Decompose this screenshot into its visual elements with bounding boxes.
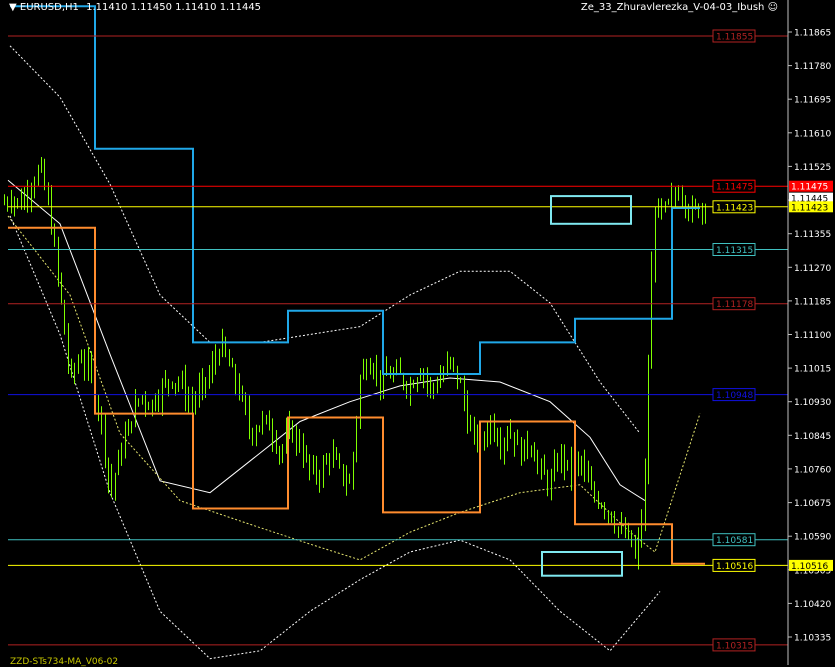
axis-tick-label: 1.10845 — [794, 432, 831, 442]
footer-label: ZZD-STs734-MA_V06-02 — [10, 657, 119, 667]
axis-tick-label: 1.11015 — [794, 365, 831, 375]
price-tag-text: 1.11475 — [791, 183, 828, 193]
axis-tick-label: 1.10335 — [794, 634, 831, 644]
collapse-triangle-icon[interactable]: ▼ — [9, 2, 17, 13]
chart-header: ▼ EURUSD,H1 1.11410 1.11450 1.11410 1.11… — [9, 2, 261, 13]
axis-tick-label: 1.10420 — [794, 600, 831, 610]
axis-tick-label: 1.10930 — [794, 398, 831, 408]
level-tag-text: 1.11855 — [716, 33, 753, 43]
indicator-header: Ze_33_Zhuravlerezka_V-04-03_Ibush ☺ — [581, 2, 778, 13]
level-tag-text: 1.10315 — [716, 641, 753, 651]
axis-tick-label: 1.10590 — [794, 533, 831, 543]
axis-tick-label: 1.11610 — [794, 129, 831, 139]
axis-tick-label: 1.10760 — [794, 465, 831, 475]
price-chart[interactable]: 1.11855 1.11475 1.11423 1.11315 1.11178 1.109… — [0, 0, 835, 665]
axis-tick-label: 1.11185 — [794, 297, 831, 307]
axis-tick-label: 1.11100 — [794, 331, 831, 341]
level-tag-text: 1.10581 — [716, 536, 753, 546]
axis-tick-label: 1.11695 — [794, 96, 831, 106]
price-tag-text: 1.11423 — [791, 203, 828, 213]
axis-tick-label: 1.11355 — [794, 230, 831, 240]
price-tag-text: 1.10516 — [791, 562, 828, 572]
axis-tick-label: 1.11780 — [794, 62, 831, 72]
level-tag-text: 1.11315 — [716, 246, 753, 256]
symbol-label: EURUSD,H1 — [19, 2, 79, 13]
axis-tick-label: 1.11525 — [794, 163, 831, 173]
axis-tick-label: 1.11865 — [794, 29, 831, 39]
axis-tick-label: 1.11270 — [794, 264, 831, 274]
indicator-name: Ze_33_Zhuravlerezka_V-04-03_Ibush — [580, 2, 765, 13]
level-tag-text: 1.10948 — [716, 391, 753, 401]
level-tag-text: 1.10516 — [716, 562, 753, 572]
level-tag-text: 1.11178 — [716, 300, 753, 310]
level-tag-text: 1.11475 — [716, 183, 753, 193]
axis-tick-label: 1.10675 — [794, 499, 831, 509]
smiley-icon: ☺ — [767, 2, 778, 13]
level-tag-text: 1.11423 — [716, 203, 753, 213]
ohlc-values: 1.11410 1.11450 1.11410 1.11445 — [86, 2, 262, 13]
